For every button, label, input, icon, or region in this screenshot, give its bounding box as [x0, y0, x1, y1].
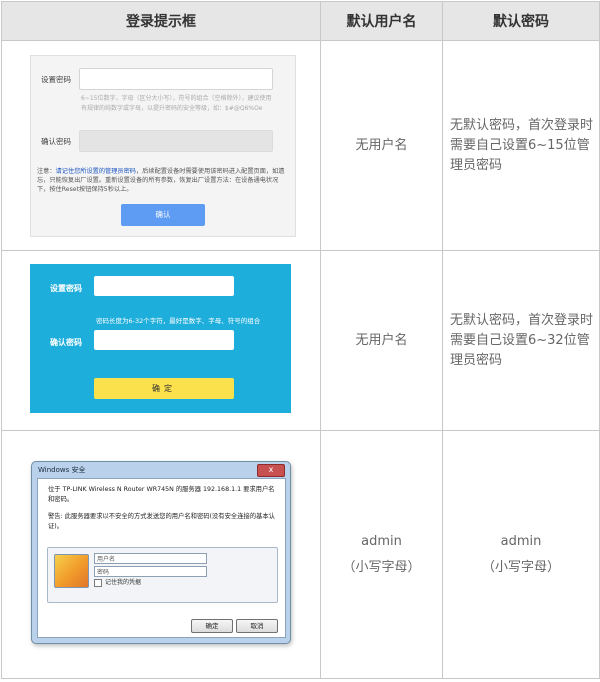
header-login-box: 登录提示框 [1, 1, 321, 41]
set-password-label: 设置密码 [41, 75, 71, 84]
credential-tile: 用户名 密码 记住我的凭据 [47, 547, 278, 603]
note-link: 请记住您所设置的管理员密码 [55, 168, 136, 175]
dialog-title: Windows 安全 [38, 466, 86, 474]
ok-button[interactable]: 确定 [191, 619, 233, 633]
remember-label: 记住我的凭据 [105, 579, 142, 586]
set-password-label: 设置密码 [50, 284, 82, 293]
confirm-button[interactable]: 确认 [121, 204, 205, 226]
default-password-cell: 无默认密码，首次登录时需要自己设置6~15位管理员密码 [442, 40, 600, 251]
user-avatar-icon [54, 554, 89, 588]
set-password-input[interactable] [79, 68, 273, 90]
header-row: 登录提示框 默认用户名 默认密码 [1, 1, 600, 41]
login-box-style1: 设置密码 6~15位数字，字母（区分大小写），符号的组合（空格除外），建议使用有… [30, 55, 296, 237]
username-value: admin [361, 533, 402, 549]
note-prefix: 注意： [37, 168, 56, 175]
default-password-cell: admin （小写字母） [442, 430, 600, 679]
password-value: admin [500, 533, 542, 549]
password-note-text: （小写字母） [481, 559, 560, 575]
windows-security-dialog: Windows 安全 x 位于 TP-LINK Wireless N Route… [31, 461, 291, 644]
password-field[interactable]: 密码 [94, 566, 207, 577]
table-row: 设置密码 6~15位数字，字母（区分大小写），符号的组合（空格除外），建议使用有… [1, 40, 600, 251]
header-default-username: 默认用户名 [320, 1, 443, 41]
close-icon[interactable]: x [257, 464, 285, 477]
default-password-cell: 无默认密码，首次登录时需要自己设置6~32位管理员密码 [442, 250, 600, 431]
server-message: 位于 TP-LINK Wireless N Router WR745N 的服务器… [48, 486, 275, 503]
username-note: （小写字母） [342, 559, 421, 575]
comparison-table: 登录提示框 默认用户名 默认密码 设置密码 6~15位数字，字母（区分大小写），… [1, 1, 600, 679]
password-hint: 6~15位数字，字母（区分大小写），符号的组合（空格除外），建议使用有规律的纯数… [81, 95, 272, 112]
confirm-password-input[interactable] [94, 330, 234, 350]
set-password-input[interactable] [94, 276, 234, 296]
dialog-body: 位于 TP-LINK Wireless N Router WR745N 的服务器… [37, 478, 286, 638]
login-box-cell: 设置密码 6~15位数字，字母（区分大小写），符号的组合（空格除外），建议使用有… [1, 40, 321, 251]
confirm-password-input[interactable] [79, 130, 273, 152]
password-hint: 密码长度为6-32个字符，最好是数字、字母、符号的组合 [96, 317, 261, 325]
cancel-button[interactable]: 取消 [236, 619, 278, 633]
default-username-cell: 无用户名 [320, 250, 443, 431]
checkbox-icon[interactable] [94, 578, 102, 587]
login-box-cell: Windows 安全 x 位于 TP-LINK Wireless N Route… [1, 430, 321, 679]
dialog-message: 位于 TP-LINK Wireless N Router WR745N 的服务器… [48, 485, 280, 531]
login-box-cell: 设置密码 密码长度为6-32个字符，最好是数字、字母、符号的组合 确认密码 确定 [1, 250, 321, 431]
default-username-cell: 无用户名 [320, 40, 443, 251]
default-username-cell: admin （小写字母） [320, 430, 443, 679]
confirm-button[interactable]: 确定 [94, 378, 234, 399]
confirm-password-label: 确认密码 [50, 338, 82, 347]
remember-checkbox[interactable]: 记住我的凭据 [94, 577, 141, 587]
table-row: 设置密码 密码长度为6-32个字符，最好是数字、字母、符号的组合 确认密码 确定… [1, 250, 600, 431]
confirm-password-label: 确认密码 [41, 137, 71, 146]
security-warning: 警告: 此服务器要求以不安全的方式发送您的用户名和密码(没有安全连接的基本认证)… [48, 513, 275, 530]
login-box-style2: 设置密码 密码长度为6-32个字符，最好是数字、字母、符号的组合 确认密码 确定 [30, 264, 291, 413]
table-row: Windows 安全 x 位于 TP-LINK Wireless N Route… [1, 430, 600, 679]
username-field[interactable]: 用户名 [94, 553, 207, 564]
header-default-password: 默认密码 [442, 1, 600, 41]
password-note: 注意：请记住您所设置的管理员密码，后续配置设备时需要使用该密码进入配置页面，如遗… [37, 167, 289, 194]
